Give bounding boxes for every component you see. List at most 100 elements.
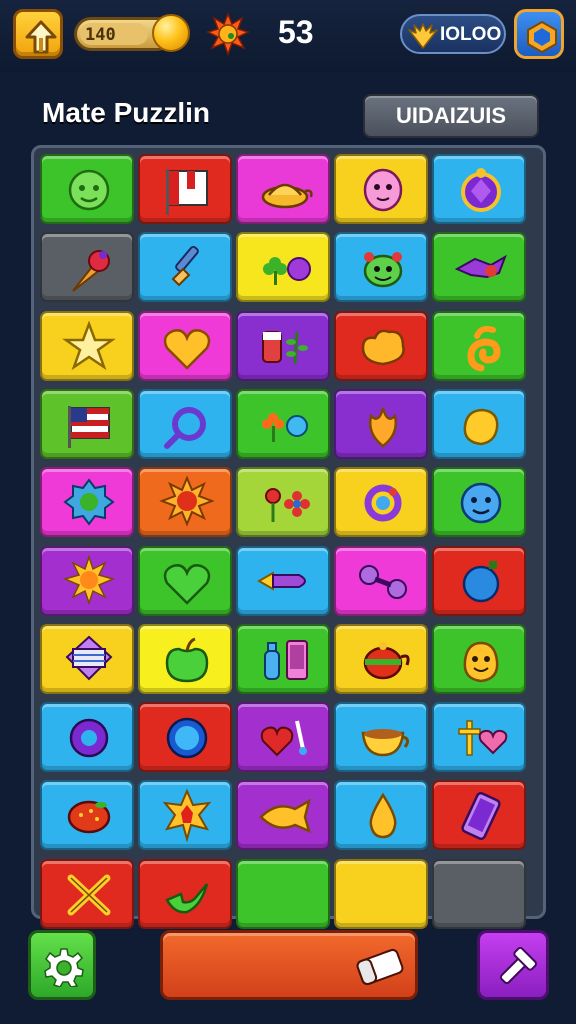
board-tile[interactable] <box>432 467 526 538</box>
gold-fish-icon <box>259 798 311 834</box>
check-icon <box>165 882 209 914</box>
header-button[interactable]: UIDAIZUIS <box>363 94 539 138</box>
bottle-and-phone-icon <box>264 639 308 680</box>
board-tile[interactable] <box>236 702 330 773</box>
board-tile[interactable] <box>40 467 134 538</box>
board-tile[interactable] <box>40 702 134 773</box>
board-tile[interactable] <box>40 154 134 224</box>
board-tile[interactable] <box>138 154 232 224</box>
purple-donut-icon <box>69 718 109 758</box>
board-tile[interactable] <box>334 154 428 224</box>
board-tile[interactable] <box>334 702 428 773</box>
lamp-icon <box>261 183 313 209</box>
green-heart-icon <box>163 563 211 605</box>
board-tile[interactable] <box>138 467 232 538</box>
board-tile[interactable] <box>40 780 134 851</box>
flag-icon <box>166 169 208 215</box>
board-tile[interactable] <box>138 623 232 694</box>
blue-face-icon <box>460 482 502 524</box>
board-tile[interactable] <box>138 780 232 851</box>
gold-coin-icon <box>152 14 190 52</box>
board-tile[interactable] <box>334 858 428 929</box>
board-tile[interactable] <box>432 545 526 616</box>
leaf-icon <box>369 407 397 448</box>
blue-ring-icon <box>166 717 208 759</box>
board-tile[interactable] <box>432 623 526 694</box>
settings-button[interactable] <box>28 930 96 1000</box>
gem-counter: IOLOO <box>400 14 506 54</box>
heart-icon <box>163 328 211 370</box>
board-tile[interactable] <box>138 858 232 929</box>
board-tile[interactable] <box>236 467 330 538</box>
board-tile[interactable] <box>432 858 526 929</box>
board-tile[interactable] <box>334 623 428 694</box>
menu-button[interactable] <box>514 9 564 59</box>
board-tile[interactable] <box>432 154 526 224</box>
golden-wings-icon <box>408 23 438 49</box>
drink-and-leaf-icon <box>262 330 308 364</box>
board-tile[interactable] <box>236 780 330 851</box>
board-tile[interactable] <box>40 858 134 929</box>
board-tile[interactable] <box>138 702 232 773</box>
usa-flag-icon <box>68 405 110 448</box>
tool-button[interactable] <box>477 930 549 1000</box>
board-tile[interactable] <box>40 310 134 381</box>
brush-icon <box>171 246 199 287</box>
board-tile[interactable] <box>138 232 232 303</box>
board-tile[interactable] <box>432 388 526 459</box>
green-face-icon <box>68 169 110 211</box>
board-tile[interactable] <box>432 780 526 851</box>
rose-and-flower-icon <box>265 488 310 523</box>
board-tile[interactable] <box>432 310 526 381</box>
gift-icon <box>65 635 113 681</box>
green-monster-icon <box>363 252 403 288</box>
board-tile[interactable] <box>236 858 330 929</box>
board-tile[interactable] <box>236 388 330 459</box>
board-tile[interactable] <box>236 545 330 616</box>
board-tile[interactable] <box>236 154 330 224</box>
yellow-blob-icon <box>463 408 499 446</box>
clover-and-ball-icon <box>263 257 311 286</box>
board-tile[interactable] <box>40 545 134 616</box>
board-tile[interactable] <box>432 232 526 303</box>
puzzle-board <box>31 145 546 929</box>
blue-badge-icon <box>63 478 115 526</box>
board-tile[interactable] <box>334 545 428 616</box>
teacup-icon <box>361 729 410 757</box>
board-tile[interactable] <box>432 702 526 773</box>
board-tile[interactable] <box>236 232 330 303</box>
board-tile[interactable] <box>40 232 134 303</box>
gem-count: IOLOO <box>440 24 502 45</box>
teapot-icon <box>363 641 410 680</box>
cloud-heart-icon <box>361 329 405 365</box>
board-tile[interactable] <box>40 388 134 459</box>
top-hud: 140 53 IOLOO <box>0 0 576 72</box>
board-tile[interactable] <box>334 232 428 303</box>
board-tile[interactable] <box>236 310 330 381</box>
blue-ball-icon <box>462 560 500 602</box>
board-tile[interactable] <box>334 780 428 851</box>
phone-icon <box>461 792 501 841</box>
board-tile[interactable] <box>334 467 428 538</box>
red-sun-icon <box>159 475 215 527</box>
board-tile[interactable] <box>334 310 428 381</box>
board-tile[interactable] <box>138 545 232 616</box>
ice-cream-icon <box>72 250 110 293</box>
home-button[interactable] <box>13 9 63 59</box>
blue-shield-icon <box>527 20 557 54</box>
star-icon <box>62 320 116 370</box>
rocket-icon <box>256 570 306 591</box>
cross-and-heart-icon <box>458 720 508 756</box>
flower-and-ball-icon <box>262 412 308 442</box>
swirl-icon <box>467 325 501 372</box>
yellow-smile-icon <box>463 641 499 683</box>
strawberry-icon <box>67 801 111 834</box>
puzzle-title: Mate Puzzlin <box>42 97 211 128</box>
board-tile[interactable] <box>138 388 232 459</box>
board-tile[interactable] <box>334 388 428 459</box>
board-tile[interactable] <box>40 623 134 694</box>
board-tile[interactable] <box>138 310 232 381</box>
board-tile[interactable] <box>236 623 330 694</box>
dumbbell-icon <box>359 564 407 599</box>
eraser-action-button[interactable] <box>160 930 418 1000</box>
